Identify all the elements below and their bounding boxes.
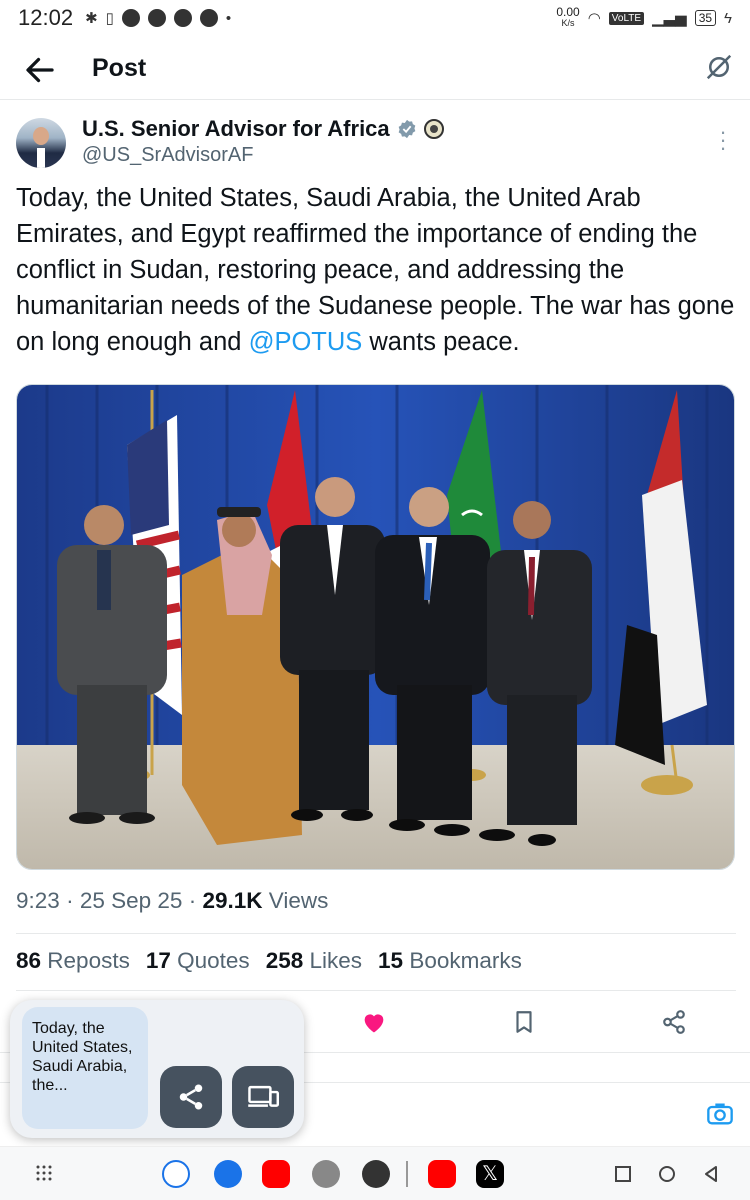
home-nav-icon[interactable] xyxy=(656,1163,678,1185)
status-bar: 12:02 ✱ ▯ • 0.00 K/s ◠ VoLTE ▁▃▅ 35 ϟ xyxy=(0,0,750,36)
more-options-icon[interactable]: · · · xyxy=(718,121,728,159)
volte-badge: VoLTE xyxy=(608,11,645,25)
data-saver-icon[interactable] xyxy=(704,52,734,82)
bookmarks-stat[interactable]: 15 Bookmarks xyxy=(378,948,522,974)
reposts-count: 86 xyxy=(16,948,42,973)
camera-app-icon[interactable] xyxy=(362,1160,390,1188)
bookmarks-count: 15 xyxy=(378,948,404,973)
app-drawer-icon[interactable] xyxy=(36,1165,52,1181)
messages-app-icon[interactable] xyxy=(214,1160,242,1188)
likes-stat[interactable]: 258 Likes xyxy=(266,948,362,974)
meta-dot: · xyxy=(66,888,74,913)
reposts-stat[interactable]: 86 Reposts xyxy=(16,948,130,974)
views-count[interactable]: 29.1K xyxy=(202,888,262,913)
quotes-stat[interactable]: 17 Quotes xyxy=(146,948,250,974)
share-sheet: Today, the United States, Saudi Arabia, … xyxy=(10,1000,304,1138)
wifi-icon: ◠ xyxy=(587,10,601,27)
messenger-icon xyxy=(199,9,218,27)
bookmark-icon xyxy=(516,1011,532,1033)
bluetooth-icon: ✱ xyxy=(85,10,98,27)
dock-divider xyxy=(406,1161,408,1187)
tweet-date: 25 Sep 25 xyxy=(79,888,183,913)
net-speed-value: 0.00 xyxy=(556,5,580,19)
like-button[interactable] xyxy=(356,1004,392,1040)
signal-icon: ▁▃▅ xyxy=(652,10,687,27)
tweet-body-end: wants peace. xyxy=(362,328,520,356)
more-notifications-icon: • xyxy=(225,9,232,27)
youtube-recent-icon[interactable] xyxy=(428,1160,456,1188)
net-speed: 0.00 K/s xyxy=(556,5,580,29)
page-title: Post xyxy=(92,54,147,82)
battery-icon: 35 xyxy=(694,10,717,26)
net-speed-unit: K/s xyxy=(561,18,575,28)
notification-icons: ✱ ▯ • xyxy=(85,9,231,27)
system-dock: 𝕏 xyxy=(0,1146,750,1200)
author-name[interactable]: U.S. Senior Advisor for Africa xyxy=(82,116,390,142)
tweet-time: 9:23 xyxy=(16,888,60,913)
quotes-label: Quotes xyxy=(177,948,250,973)
vibrate-icon: ▯ xyxy=(105,10,114,27)
meta-dot: · xyxy=(188,888,197,913)
bookmarks-label: Bookmarks xyxy=(409,948,522,973)
views-label[interactable]: Views xyxy=(269,888,329,913)
mention-link[interactable]: @POTUS xyxy=(249,328,363,356)
government-seal-icon xyxy=(423,119,444,139)
share-icon xyxy=(663,1010,685,1034)
tweet-text: Today, the United States, Saudi Arabia, … xyxy=(16,180,738,360)
verified-badge-icon xyxy=(398,119,415,139)
avatar-shirt xyxy=(37,148,45,168)
bookmark-button[interactable] xyxy=(506,1004,542,1040)
share-action-button[interactable] xyxy=(160,1066,222,1128)
share-button[interactable] xyxy=(656,1004,692,1040)
cast-device-button[interactable] xyxy=(232,1066,294,1128)
engagement-stats: 86 Reposts 17 Quotes 258 Likes 15 Bookma… xyxy=(16,948,522,974)
author-row: U.S. Senior Advisor for Africa @US_SrAdv… xyxy=(16,116,736,176)
author-handle[interactable]: @US_SrAdvisorAF xyxy=(82,144,253,167)
status-time: 12:02 xyxy=(18,5,74,30)
camera-icon[interactable] xyxy=(706,1100,734,1128)
likes-label: Likes xyxy=(309,948,363,973)
x-app-icon[interactable]: 𝕏 xyxy=(476,1160,504,1188)
youtube-app-icon[interactable] xyxy=(262,1160,290,1188)
avatar-face xyxy=(33,127,49,145)
back-nav-icon[interactable] xyxy=(700,1163,722,1185)
messenger-icon xyxy=(147,9,166,27)
back-arrow-icon[interactable] xyxy=(22,52,58,88)
chat-icon xyxy=(173,9,192,27)
likes-count: 258 xyxy=(265,948,304,973)
tweet-photo[interactable] xyxy=(16,384,735,870)
recents-nav-icon[interactable] xyxy=(612,1163,634,1185)
author-name-row[interactable]: U.S. Senior Advisor for Africa xyxy=(82,116,444,142)
reposts-label: Reposts xyxy=(47,948,130,973)
charging-icon: ϟ xyxy=(724,9,732,27)
messenger-icon xyxy=(121,9,140,27)
share-icon xyxy=(179,1084,203,1110)
settings-app-icon[interactable] xyxy=(312,1160,340,1188)
share-preview-text[interactable]: Today, the United States, Saudi Arabia, … xyxy=(22,1007,148,1129)
divider xyxy=(16,990,736,991)
phone-app-icon[interactable] xyxy=(162,1160,190,1188)
avatar[interactable] xyxy=(16,118,66,168)
heart-icon xyxy=(364,1014,384,1033)
quotes-count: 17 xyxy=(145,948,171,973)
devices-icon xyxy=(248,1085,279,1107)
tweet-meta: 9:23 · 25 Sep 25 · 29.1K Views xyxy=(16,888,328,914)
status-right: 0.00 K/s ◠ VoLTE ▁▃▅ 35 ϟ xyxy=(556,5,732,29)
photo-illustration xyxy=(17,385,734,869)
top-bar: Post xyxy=(0,40,750,100)
divider xyxy=(16,933,736,934)
